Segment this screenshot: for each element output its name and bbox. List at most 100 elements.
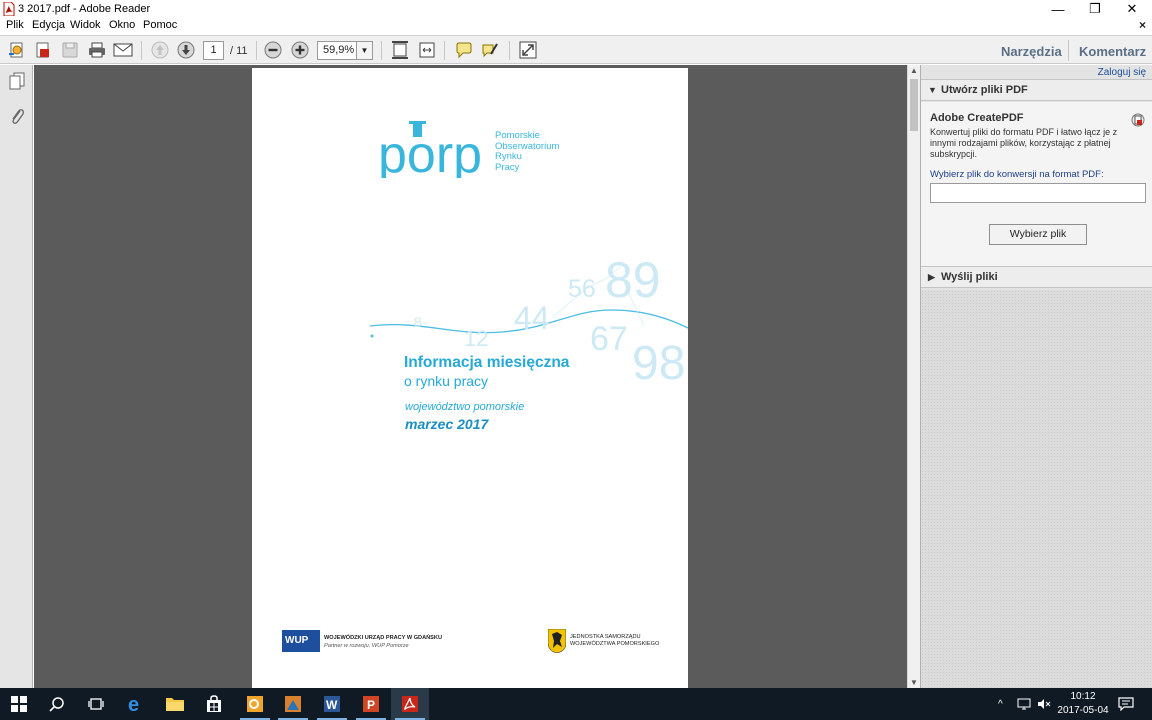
adobe-reader-app-icon[interactable] bbox=[391, 688, 429, 720]
zoom-in-icon[interactable] bbox=[289, 40, 311, 60]
create-pdf-section-header[interactable]: ▼ Utwórz pliki PDF bbox=[921, 79, 1152, 101]
pomorskie-line2: WOJEWÓDZTWA POMORSKIEGO bbox=[570, 641, 660, 647]
number-8: 8 bbox=[414, 314, 422, 330]
zoom-level-input[interactable]: 59,9% bbox=[317, 41, 357, 60]
number-89: 89 bbox=[605, 252, 661, 308]
action-center-icon[interactable] bbox=[1118, 688, 1134, 720]
navigation-pane bbox=[0, 65, 33, 688]
menu-view[interactable]: Widok bbox=[70, 19, 101, 31]
previous-page-icon[interactable] bbox=[149, 40, 171, 60]
windows-logo-icon bbox=[11, 696, 27, 712]
restore-button[interactable]: ❐ bbox=[1077, 0, 1113, 18]
pomorskie-coat-of-arms bbox=[548, 629, 566, 653]
document-subtitle: o rynku pracy bbox=[404, 373, 489, 389]
next-page-icon[interactable] bbox=[175, 40, 197, 60]
porp-text-line3: Rynku bbox=[495, 151, 522, 162]
number-98: 98 bbox=[632, 337, 686, 390]
system-clock[interactable]: 10:12 2017-05-04 bbox=[1055, 690, 1111, 718]
store-icon[interactable] bbox=[195, 688, 233, 720]
number-44: 44 bbox=[514, 300, 550, 336]
clock-time: 10:12 bbox=[1070, 691, 1096, 702]
task-view-icon[interactable] bbox=[77, 688, 115, 720]
tools-pane-empty-area bbox=[921, 290, 1152, 688]
comment-tab[interactable]: Komentarz bbox=[1079, 44, 1146, 59]
svg-text:P: P bbox=[367, 698, 375, 712]
send-files-section-title: Wyślij pliki bbox=[941, 271, 998, 283]
porp-text-line1: Pomorskie bbox=[495, 130, 540, 141]
createpdf-icon bbox=[1131, 113, 1145, 127]
start-button[interactable] bbox=[0, 688, 38, 720]
photo-app-icon[interactable] bbox=[274, 688, 312, 720]
expanded-triangle-icon: ▼ bbox=[928, 85, 937, 95]
close-button[interactable]: ✕ bbox=[1114, 0, 1150, 18]
edge-browser-icon[interactable]: e bbox=[117, 688, 155, 720]
scroll-thumb[interactable] bbox=[910, 79, 918, 131]
convert-pdf-icon[interactable] bbox=[32, 40, 54, 60]
vertical-scrollbar[interactable]: ▲ ▼ bbox=[907, 65, 920, 688]
createpdf-description: Konwertuj pliki do formatu PDF i łatwo ł… bbox=[930, 127, 1118, 159]
createpdf-title: Adobe CreatePDF bbox=[930, 112, 1024, 124]
menu-file[interactable]: Plik bbox=[6, 19, 24, 31]
clock-date: 2017-05-04 bbox=[1057, 705, 1109, 716]
pdf-page: porp Pomorskie Obserwatorium Rynku Pracy… bbox=[252, 68, 688, 688]
close-document-button[interactable]: × bbox=[1139, 18, 1146, 32]
create-pdf-icon[interactable] bbox=[6, 40, 28, 60]
menu-bar: Plik Edycja Widok Okno Pomoc × bbox=[0, 18, 1152, 34]
document-region: województwo pomorskie bbox=[405, 401, 525, 413]
menu-edit[interactable]: Edycja bbox=[32, 19, 65, 31]
porp-logo-text: Pomorskie Obserwatorium Rynku Pracy bbox=[495, 130, 559, 173]
menu-window[interactable]: Okno bbox=[109, 19, 135, 31]
sign-in-link[interactable]: Zaloguj się bbox=[1098, 67, 1146, 78]
print-icon[interactable] bbox=[86, 40, 108, 60]
document-viewport[interactable]: porp Pomorskie Obserwatorium Rynku Pracy… bbox=[34, 65, 907, 688]
menu-help[interactable]: Pomoc bbox=[143, 19, 177, 31]
number-56: 56 bbox=[568, 275, 596, 303]
create-pdf-section-title: Utwórz pliki PDF bbox=[941, 84, 1028, 96]
word-app-icon[interactable]: W bbox=[313, 688, 351, 720]
wup-logo-arrow bbox=[308, 630, 320, 652]
zoom-dropdown-icon[interactable]: ▼ bbox=[356, 41, 373, 60]
pages-panel-icon[interactable] bbox=[7, 70, 27, 92]
volume-muted-icon[interactable] bbox=[1037, 688, 1051, 720]
send-files-section-header[interactable]: ▶ Wyślij pliki bbox=[921, 266, 1152, 288]
powerpoint-app-icon[interactable]: P bbox=[352, 688, 390, 720]
full-screen-icon[interactable] bbox=[517, 40, 539, 60]
comment-icon[interactable] bbox=[453, 40, 475, 60]
toolbar: 1 / 11 59,9% ▼ Narzędzia Komentarz bbox=[0, 35, 1152, 64]
scroll-up-icon[interactable]: ▲ bbox=[910, 66, 918, 75]
collapsed-triangle-icon: ▶ bbox=[928, 272, 935, 282]
outlook-app-icon[interactable] bbox=[236, 688, 274, 720]
file-explorer-icon[interactable] bbox=[156, 688, 194, 720]
choose-file-label: Wybierz plik do konwersji na format PDF: bbox=[930, 169, 1104, 180]
file-path-input[interactable] bbox=[930, 183, 1146, 203]
document-title: Informacja miesięczna bbox=[404, 354, 570, 371]
search-icon[interactable] bbox=[38, 688, 76, 720]
window-title: 3 2017.pdf - Adobe Reader bbox=[18, 3, 151, 15]
tools-tab[interactable]: Narzędzia bbox=[1001, 44, 1062, 59]
windows-taskbar: e W P ^ 10:12 2017-05-04 bbox=[0, 688, 1152, 720]
document-month: marzec 2017 bbox=[405, 416, 489, 432]
attachments-panel-icon[interactable] bbox=[7, 105, 27, 127]
fit-page-icon[interactable] bbox=[389, 40, 411, 60]
svg-text:W: W bbox=[326, 698, 338, 712]
zoom-out-icon[interactable] bbox=[262, 40, 284, 60]
choose-file-button[interactable]: Wybierz plik bbox=[989, 224, 1087, 245]
wup-name: WOJEWÓDZKI URZĄD PRACY W GDAŃSKU bbox=[324, 635, 442, 641]
number-67: 67 bbox=[590, 320, 628, 358]
pdf-file-icon bbox=[3, 2, 15, 16]
minimize-button[interactable]: — bbox=[1040, 0, 1076, 18]
tray-chevron-icon[interactable]: ^ bbox=[998, 688, 1003, 720]
title-bar: 3 2017.pdf - Adobe Reader — ❐ ✕ bbox=[0, 0, 1152, 18]
network-icon[interactable] bbox=[1017, 688, 1031, 720]
save-icon[interactable] bbox=[59, 40, 81, 60]
create-pdf-section-body: Adobe CreatePDF Konwertuj pliki do forma… bbox=[921, 102, 1152, 268]
wup-tagline: Partner w rozwoju. WUP Pomorze bbox=[324, 643, 409, 649]
porp-text-line4: Pracy bbox=[495, 161, 520, 173]
scroll-down-icon[interactable]: ▼ bbox=[910, 678, 918, 687]
highlight-icon[interactable] bbox=[479, 40, 501, 60]
email-icon[interactable] bbox=[112, 40, 134, 60]
number-12: 12 bbox=[464, 326, 489, 351]
page-number-input[interactable]: 1 bbox=[203, 41, 224, 60]
porp-logo: porp bbox=[378, 121, 482, 178]
fit-width-icon[interactable] bbox=[416, 40, 438, 60]
